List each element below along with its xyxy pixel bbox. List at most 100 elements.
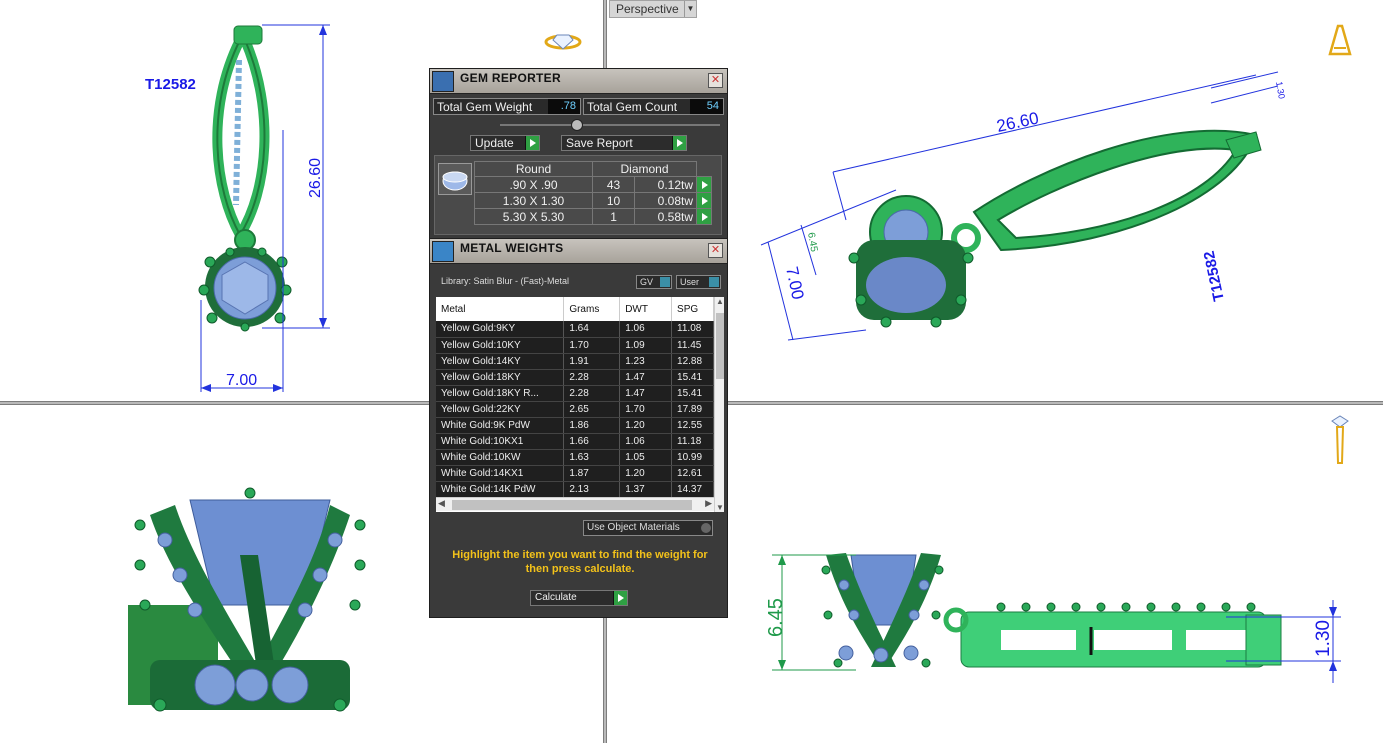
gem-row[interactable]: 5.30 X 5.30 1 0.58tw	[474, 208, 712, 225]
metal-grams: 1.87	[563, 465, 621, 482]
persp-gem-dim: 6.45	[805, 232, 819, 254]
persp-width-dim: 7.00	[782, 265, 807, 301]
metal-grams: 2.65	[563, 401, 621, 418]
scroll-down-icon[interactable]: ▼	[716, 503, 724, 512]
col-grams[interactable]: Grams	[563, 297, 621, 321]
pendant-view-icon[interactable]	[1328, 22, 1352, 60]
metal-spg: 15.41	[671, 369, 714, 386]
metal-grams: 2.28	[563, 385, 621, 402]
metal-spg: 11.18	[671, 433, 714, 450]
close-icon[interactable]: ✕	[708, 243, 723, 258]
gem-slider-handle[interactable]	[571, 119, 583, 131]
table-row[interactable]: White Gold:10KW 1.63 1.05 10.99	[436, 449, 714, 466]
metal-spg: 11.45	[671, 337, 714, 354]
gem-size: 5.30 X 5.30	[474, 208, 593, 225]
calculate-button[interactable]: Calculate	[530, 590, 628, 606]
save-report-button[interactable]: Save Report	[561, 135, 687, 151]
toggle-icon	[660, 277, 670, 287]
metal-weights-icon	[432, 241, 454, 262]
side-view-icon[interactable]	[1328, 413, 1352, 465]
metal-dwt: 1.06	[619, 433, 673, 450]
gem-row[interactable]: .90 X .90 43 0.12tw	[474, 176, 712, 193]
library-label: Library: Satin Blur - (Fast)-Metal	[441, 276, 570, 286]
user-toggle[interactable]: User	[676, 275, 721, 289]
metal-grams: 1.64	[563, 321, 621, 338]
gem-shape-header: Round	[474, 161, 593, 177]
vertical-scrollbar[interactable]: ▲ ▼	[714, 297, 724, 512]
gem-count: 1	[591, 208, 636, 225]
gem-reporter-titlebar[interactable]: GEM REPORTER ✕	[430, 69, 727, 94]
play-icon[interactable]	[696, 192, 712, 209]
total-gem-count-value: 54	[690, 99, 723, 114]
metal-table-container[interactable]: Metal Grams DWT SPG Yellow Gold:9KY 1.64 1…	[436, 297, 724, 512]
gem-material-header: Diamond	[592, 161, 697, 177]
gem-weight: 0.12tw	[634, 176, 697, 193]
metal-dwt: 1.06	[619, 321, 673, 338]
update-button[interactable]: Update	[470, 135, 540, 151]
front-height-dim: 26.60	[307, 158, 324, 198]
metal-weights-title: METAL WEIGHTS	[460, 241, 564, 255]
total-gem-weight-label: Total Gem Weight	[437, 100, 533, 114]
table-row[interactable]: White Gold:14K PdW 2.13 1.37 14.37	[436, 481, 714, 498]
viewport-mode-dropdown[interactable]: Perspective ▼	[609, 0, 697, 18]
metal-grams: 2.13	[563, 481, 621, 498]
gem-row[interactable]: 1.30 X 1.30 10 0.08tw	[474, 192, 712, 209]
use-object-materials-toggle[interactable]: Use Object Materials	[583, 520, 713, 536]
ring-view-icon[interactable]	[543, 30, 583, 52]
table-row[interactable]: Yellow Gold:22KY 2.65 1.70 17.89	[436, 401, 714, 418]
metal-grams: 1.66	[563, 433, 621, 450]
scroll-left-icon[interactable]: ◀	[438, 498, 445, 509]
metal-grams: 1.86	[563, 417, 621, 434]
right-thickness-dim: 1.30	[1313, 620, 1334, 657]
calculate-hint: Highlight the item you want to find the …	[452, 549, 708, 575]
table-row[interactable]: Yellow Gold:10KY 1.70 1.09 11.45	[436, 337, 714, 354]
metal-spg: 17.89	[671, 401, 714, 418]
metal-spg: 11.08	[671, 321, 714, 338]
gem-weight: 0.08tw	[634, 192, 697, 209]
scroll-thumb[interactable]	[452, 500, 692, 510]
scroll-thumb[interactable]	[716, 313, 724, 379]
metal-grams: 2.28	[563, 369, 621, 386]
col-metal[interactable]: Metal	[436, 297, 565, 321]
right-height-dim: 6.45	[765, 598, 787, 637]
col-dwt[interactable]: DWT	[619, 297, 673, 321]
table-row[interactable]: White Gold:9K PdW 1.86 1.20 12.55	[436, 417, 714, 434]
horizontal-scrollbar[interactable]: ◀ ▶	[436, 497, 714, 511]
gem-reporter-icon	[432, 71, 454, 92]
round-diamond-icon[interactable]	[438, 163, 472, 195]
gem-reporter-panel: GEM REPORTER ✕ Total Gem Weight .78 Tota…	[429, 68, 728, 240]
metal-dwt: 1.09	[619, 337, 673, 354]
scroll-up-icon[interactable]: ▲	[716, 297, 724, 306]
play-icon	[672, 136, 686, 150]
cad-workspace: 26.60 7.00 T12582 Perspective ▼ 26.60 1.…	[0, 0, 1383, 743]
table-row[interactable]: White Gold:10KX1 1.66 1.06 11.18	[436, 433, 714, 450]
metal-dwt: 1.05	[619, 449, 673, 466]
metal-name: White Gold:9K PdW	[436, 417, 565, 434]
play-icon[interactable]	[696, 176, 712, 193]
metal-spg: 10.99	[671, 449, 714, 466]
persp-length-dim: 26.60	[995, 108, 1041, 135]
metal-name: Yellow Gold:9KY	[436, 321, 565, 338]
metal-dwt: 1.20	[619, 417, 673, 434]
col-spg[interactable]: SPG	[671, 297, 714, 321]
close-icon[interactable]: ✕	[708, 73, 723, 88]
play-icon	[525, 136, 539, 150]
metal-dwt: 1.47	[619, 369, 673, 386]
metal-spg: 12.88	[671, 353, 714, 370]
table-row[interactable]: White Gold:14KX1 1.87 1.20 12.61	[436, 465, 714, 482]
table-row[interactable]: Yellow Gold:9KY 1.64 1.06 11.08	[436, 321, 714, 338]
gem-count: 10	[591, 192, 636, 209]
table-row[interactable]: Yellow Gold:18KY 2.28 1.47 15.41	[436, 369, 714, 386]
metal-spg: 12.61	[671, 465, 714, 482]
table-row[interactable]: Yellow Gold:18KY R... 2.28 1.47 15.41	[436, 385, 714, 402]
metal-dwt: 1.37	[619, 481, 673, 498]
gem-size: .90 X .90	[474, 176, 593, 193]
save-report-label: Save Report	[566, 136, 633, 150]
radio-icon	[701, 523, 711, 533]
scroll-right-icon[interactable]: ▶	[705, 498, 712, 509]
table-row[interactable]: Yellow Gold:14KY 1.91 1.23 12.88	[436, 353, 714, 370]
metal-dwt: 1.23	[619, 353, 673, 370]
metal-weights-titlebar[interactable]: METAL WEIGHTS ✕	[430, 239, 727, 264]
play-icon[interactable]	[696, 208, 712, 225]
gv-toggle[interactable]: GV	[636, 275, 672, 289]
